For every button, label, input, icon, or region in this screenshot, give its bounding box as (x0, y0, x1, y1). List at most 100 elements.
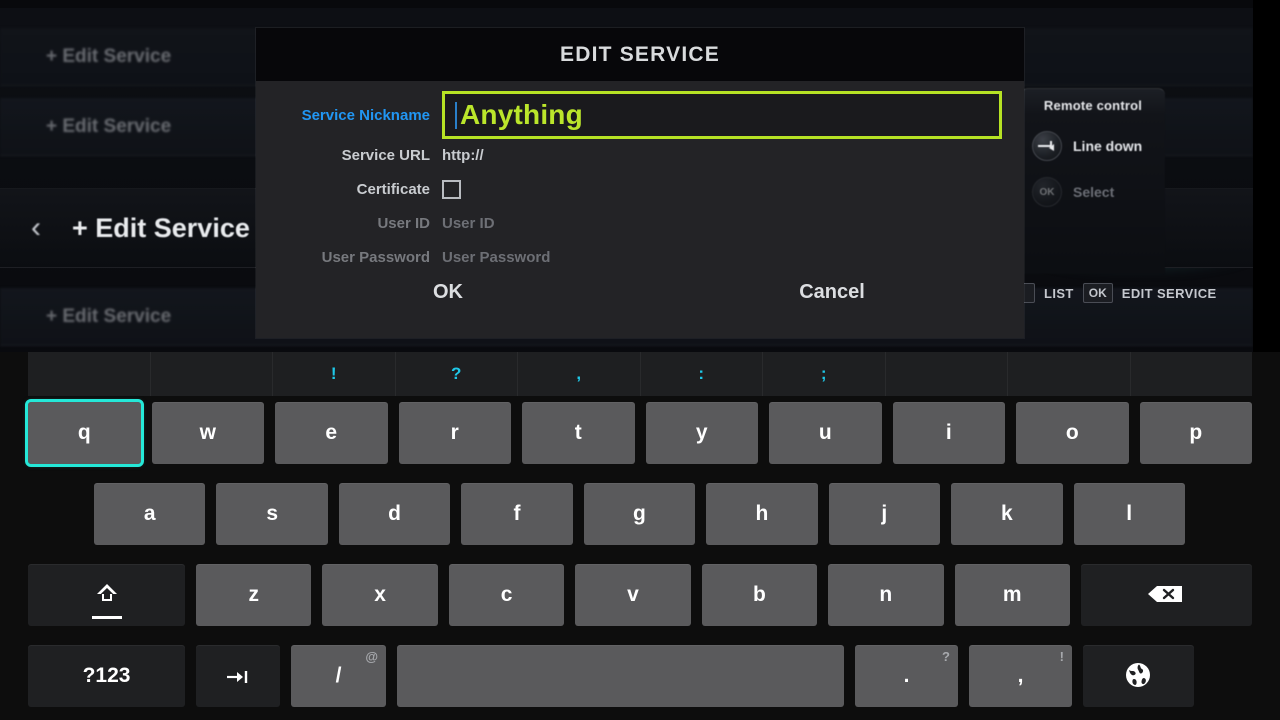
tab-icon (225, 667, 251, 685)
dialog-body: Service Nickname Anything Service URL ht… (256, 81, 1024, 338)
key-k[interactable]: k (951, 483, 1063, 545)
symbol-row: ! ? , : ; (28, 352, 1252, 396)
shift-key[interactable] (28, 564, 185, 626)
key-o[interactable]: o (1016, 402, 1129, 464)
remote-item-label: Select (1073, 184, 1115, 200)
language-key[interactable] (1083, 645, 1194, 707)
period-key-superscript: ? (942, 649, 950, 664)
comma-key-superscript: ! (1059, 649, 1064, 664)
symbol-cell[interactable] (886, 352, 1008, 396)
dialog-title: EDIT SERVICE (560, 42, 720, 66)
symbol-cell[interactable] (1008, 352, 1131, 396)
edit-service-dialog: EDIT SERVICE Service Nickname Anything S… (256, 28, 1024, 338)
key-l[interactable]: l (1073, 483, 1185, 545)
comma-key-label: , (1017, 664, 1024, 687)
key-b[interactable]: b (701, 564, 818, 626)
key-d[interactable]: d (338, 483, 451, 545)
symbol-cell[interactable] (151, 352, 273, 396)
background-service-label: + Edit Service (46, 305, 172, 327)
shift-underline (91, 616, 122, 619)
numbers-key[interactable]: ?123 (28, 645, 185, 707)
ok-key-badge[interactable]: OK (1082, 283, 1113, 303)
nickname-input[interactable]: Anything (442, 91, 1002, 139)
backspace-key[interactable] (1080, 564, 1252, 626)
key-m[interactable]: m (954, 564, 1070, 626)
chevron-left-icon[interactable]: ‹ (0, 211, 72, 245)
cancel-button[interactable]: Cancel (640, 281, 1024, 304)
remote-item-line-down[interactable]: Line down (1021, 131, 1165, 161)
remote-item-select: OK Select (1021, 177, 1165, 207)
key-u[interactable]: u (769, 402, 882, 464)
tab-key[interactable] (196, 645, 280, 707)
key-c[interactable]: c (448, 564, 565, 626)
ok-hint-label: EDIT SERVICE (1121, 285, 1217, 301)
url-label: Service URL (341, 146, 430, 164)
key-e[interactable]: e (275, 402, 388, 464)
symbol-cell[interactable]: : (641, 352, 763, 396)
field-row-certificate: Certificate (256, 177, 1024, 201)
symbol-cell[interactable] (1131, 352, 1253, 396)
key-i[interactable]: i (892, 402, 1005, 464)
globe-icon (1124, 661, 1154, 691)
period-key[interactable]: . ? (855, 645, 958, 707)
user-password-label: User Password (321, 248, 430, 266)
background-service-label: + Edit Service (46, 115, 172, 137)
url-input[interactable]: http:// (442, 147, 484, 164)
key-n[interactable]: n (828, 564, 944, 626)
on-screen-keyboard: ! ? , : ; q w e r t y u i o p a s d f g (0, 352, 1280, 720)
comma-key[interactable]: , ! (969, 645, 1072, 707)
period-key-label: . (903, 664, 910, 687)
symbol-cell[interactable]: ; (763, 352, 886, 396)
field-row-url: Service URL http:// (256, 143, 1024, 167)
key-h[interactable]: h (706, 483, 818, 545)
ok-icon: OK (1032, 177, 1062, 207)
remote-control-title: Remote control (1043, 98, 1143, 113)
symbol-cell[interactable]: ! (273, 352, 396, 396)
certificate-checkbox[interactable] (442, 179, 461, 199)
ok-button[interactable]: OK (256, 281, 640, 304)
keyboard-row-3: z x c v b n m (28, 564, 1252, 626)
dialog-header: EDIT SERVICE (256, 28, 1024, 81)
remote-control-panel: Remote control Line down OK Select (1021, 88, 1165, 274)
slash-key-superscript: @ (365, 649, 378, 664)
key-t[interactable]: t (522, 402, 635, 464)
key-q[interactable]: q (25, 399, 144, 467)
keyboard-row-1: q w e r t y u i o p (25, 399, 1252, 467)
right-black-bar (1253, 0, 1280, 352)
key-w[interactable]: w (151, 402, 264, 464)
status-hint-bar: ‹ LIST OK EDIT SERVICE (1005, 283, 1217, 303)
keyboard-row-4: ?123 / @ . ? , ! (28, 645, 1252, 707)
key-p[interactable]: p (1139, 402, 1252, 464)
key-f[interactable]: f (461, 483, 573, 545)
field-row-user-id: User ID User ID (256, 211, 1024, 235)
nickname-label: Service Nickname (301, 106, 430, 124)
symbol-cell[interactable] (28, 352, 151, 396)
certificate-label: Certificate (356, 180, 430, 198)
key-z[interactable]: z (196, 564, 312, 626)
key-s[interactable]: s (216, 483, 328, 545)
backspace-icon (1146, 584, 1186, 606)
shift-icon (91, 580, 122, 619)
key-j[interactable]: j (828, 483, 941, 545)
selected-row-label: + Edit Service (72, 212, 250, 243)
back-hint-label: LIST (1044, 285, 1074, 301)
symbol-cell[interactable]: ? (396, 352, 518, 396)
user-id-label: User ID (377, 214, 430, 232)
key-x[interactable]: x (322, 564, 438, 626)
key-a[interactable]: a (94, 483, 206, 545)
key-r[interactable]: r (398, 402, 511, 464)
nickname-value: Anything (460, 99, 583, 130)
key-y[interactable]: y (645, 402, 758, 464)
slash-key-label: / (335, 664, 342, 687)
remote-item-label: Line down (1073, 138, 1143, 154)
key-g[interactable]: g (583, 483, 696, 545)
space-key[interactable] (397, 645, 844, 707)
key-v[interactable]: v (575, 564, 691, 626)
slash-key[interactable]: / @ (291, 645, 386, 707)
symbol-cell[interactable]: , (518, 352, 641, 396)
user-id-input: User ID (442, 214, 495, 232)
text-caret (455, 101, 457, 129)
tv-screen: + Edit Service + Edit Service ‹ + Edit S… (0, 0, 1280, 720)
keyboard-row-2: a s d f g h j k l (94, 483, 1185, 545)
field-row-nickname: Service Nickname Anything (256, 89, 1024, 141)
